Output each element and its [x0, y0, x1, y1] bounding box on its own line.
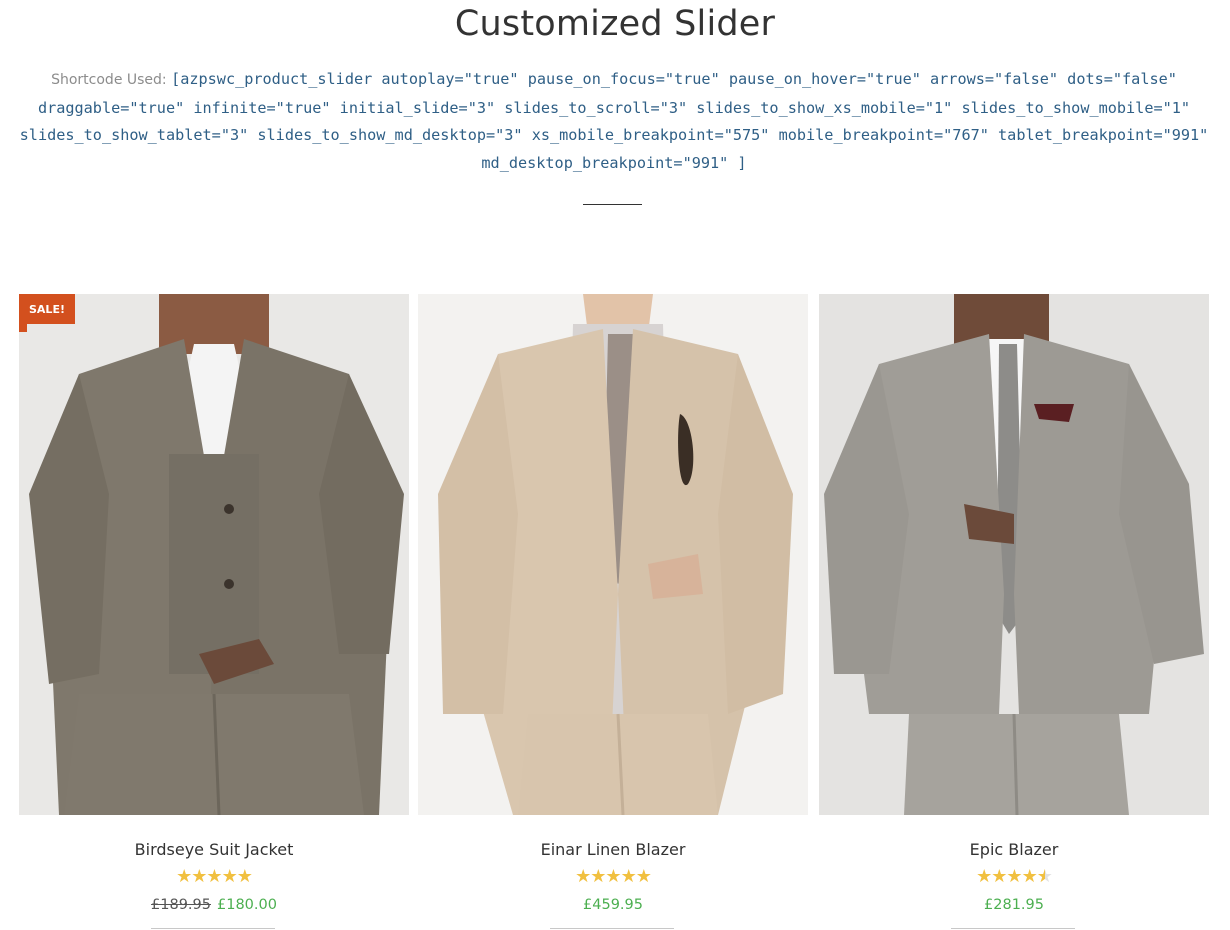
card-divider — [151, 928, 275, 929]
product-card-einar[interactable]: Einar Linen Blazer ★★★★★ £459.95 — [418, 294, 808, 930]
price: £281.95 — [984, 897, 1044, 913]
price: £459.95 — [583, 897, 643, 913]
star-icon: ★ — [991, 866, 1007, 886]
card-divider — [951, 928, 1075, 929]
title-divider — [583, 204, 642, 205]
product-image[interactable]: SALE! — [19, 294, 409, 815]
product-name[interactable]: Einar Linen Blazer — [418, 840, 808, 859]
card-divider — [550, 928, 674, 929]
product-image[interactable] — [819, 294, 1209, 815]
shortcode-text: [azpswc_product_slider autoplay="true" p… — [19, 70, 1209, 172]
star-icon: ★ — [221, 866, 238, 886]
star-icon: ★ — [976, 866, 992, 886]
star-icon: ★ — [206, 866, 222, 886]
shortcode-label: Shortcode Used: — [51, 72, 167, 88]
star-icon: ★ — [191, 866, 207, 886]
star-icon: ★ — [1021, 866, 1038, 886]
star-icon: ★ — [620, 866, 637, 886]
product-name[interactable]: Epic Blazer — [819, 840, 1209, 859]
page-title: Customized Slider — [454, 4, 776, 44]
star-rating: ★★★★★ — [19, 865, 409, 887]
star-icon: ★ — [1006, 866, 1022, 886]
star-icon: ★ — [590, 866, 606, 886]
star-icon: ★ — [176, 866, 192, 886]
sale-badge: SALE! — [19, 294, 75, 332]
star-rating: ★★★★★ — [819, 865, 1209, 887]
product-card-epic[interactable]: Epic Blazer ★★★★★ £281.95 — [819, 294, 1209, 930]
star-rating: ★★★★★ — [418, 865, 808, 887]
star-icon: ★ — [236, 866, 253, 886]
star-icon: ★ — [575, 866, 591, 886]
sale-price: £180.00 — [217, 897, 277, 913]
star-icon: ★ — [635, 866, 652, 886]
product-card-birdseye[interactable]: SALE! Birdseye Suit Jacket ★★★★★ £189.95… — [19, 294, 409, 930]
product-image[interactable] — [418, 294, 808, 815]
product-price: £281.95 — [819, 897, 1209, 913]
product-price: £459.95 — [418, 897, 808, 913]
shortcode-block: Shortcode Used: [azpswc_product_slider a… — [14, 66, 1214, 177]
star-icon: ★ — [605, 866, 621, 886]
product-price: £189.95 £180.00 — [19, 897, 409, 913]
product-name[interactable]: Birdseye Suit Jacket — [19, 840, 409, 859]
old-price: £189.95 — [151, 897, 211, 913]
star-half-icon: ★ — [1036, 866, 1053, 886]
